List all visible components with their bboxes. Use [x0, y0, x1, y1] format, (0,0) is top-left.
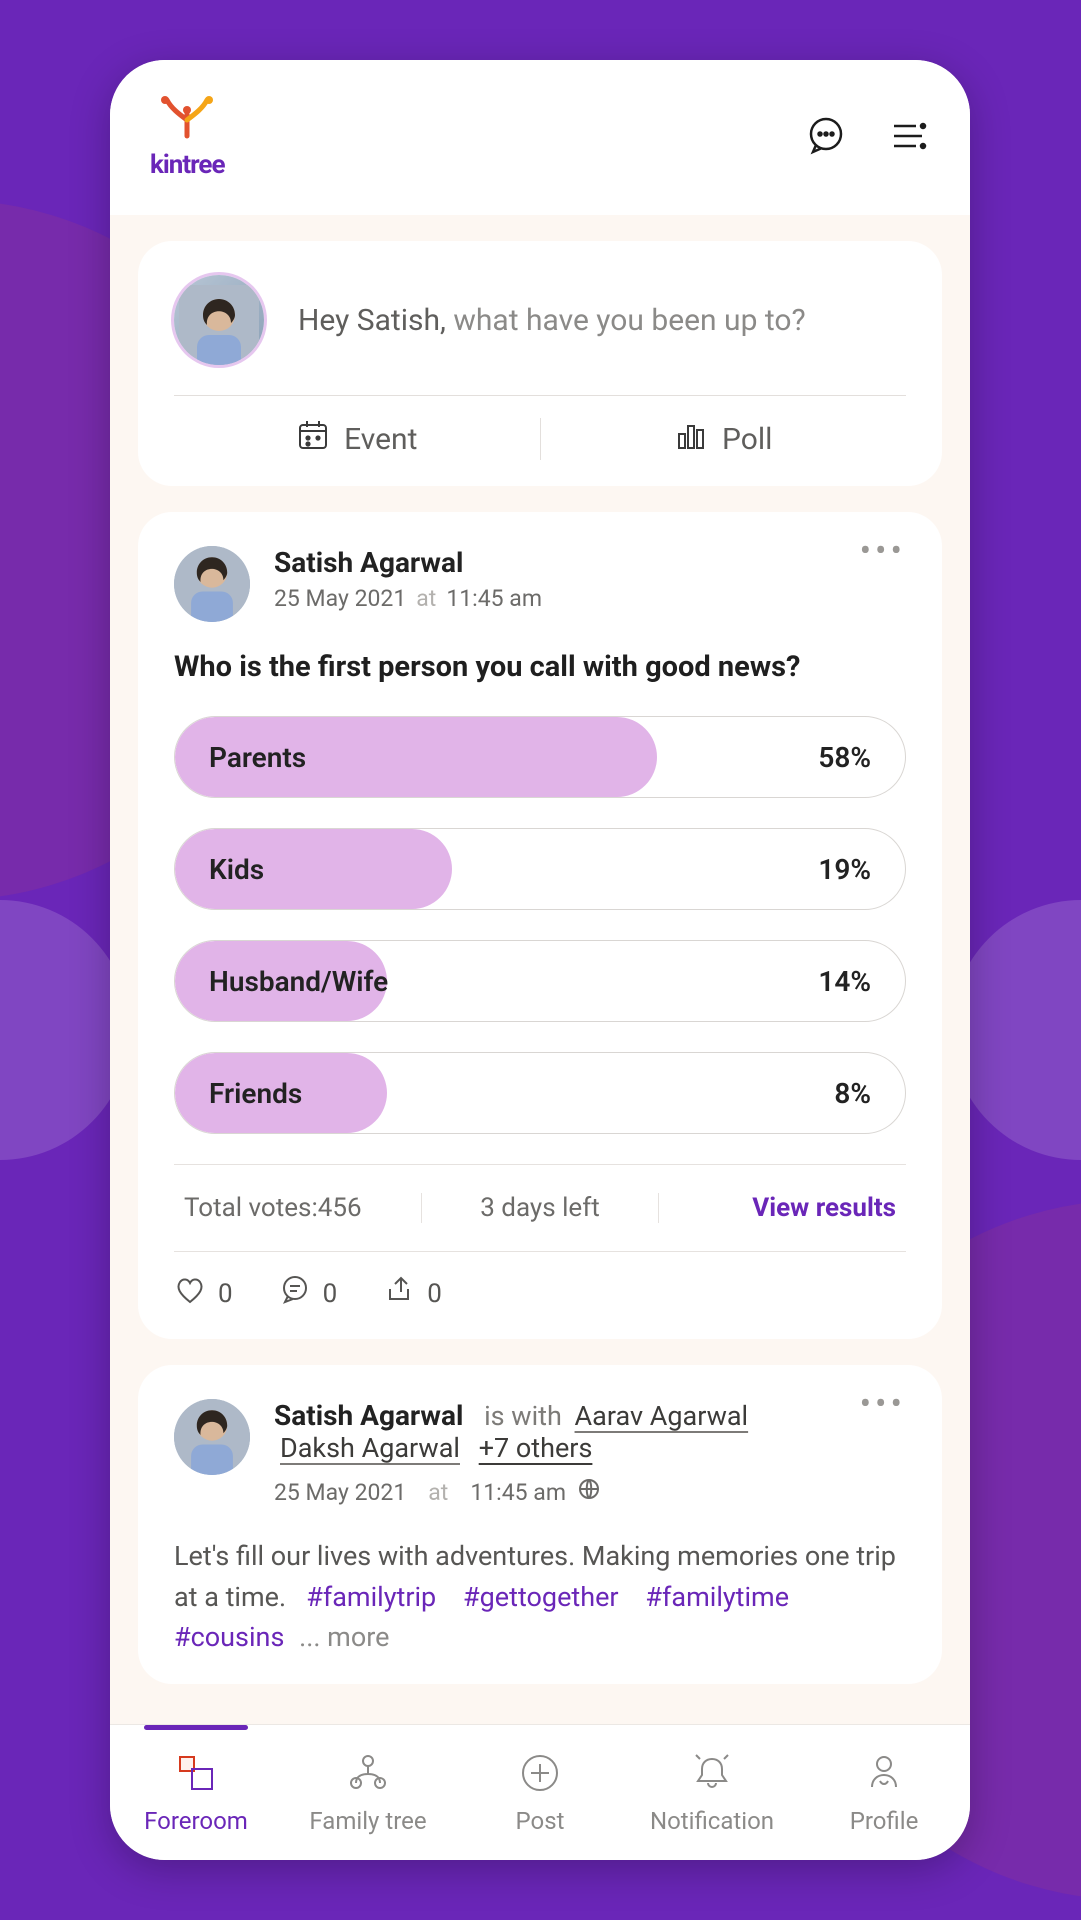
bottom-nav: Foreroom Family tree Post Notification P…: [110, 1724, 970, 1860]
brand-logo[interactable]: kintree: [150, 96, 225, 180]
hashtag[interactable]: #gettogether: [463, 1581, 619, 1613]
brand-name: kintree: [150, 150, 225, 180]
post2-headline: Satish Agarwal is with Aarav Agarwal Dak…: [274, 1399, 836, 1464]
post2-author-name[interactable]: Satish Agarwal: [274, 1399, 463, 1432]
hashtag[interactable]: #familytime: [645, 1581, 789, 1613]
post-author-name[interactable]: Satish Agarwal: [274, 546, 836, 579]
poll-question: Who is the first person you call with go…: [174, 650, 906, 684]
nav-post[interactable]: Post: [454, 1725, 626, 1860]
app-frame: kintree Hey Satish, what have you been u…: [110, 60, 970, 1860]
like-button[interactable]: 0: [174, 1274, 233, 1313]
user-avatar[interactable]: [174, 275, 264, 365]
profile-icon: [862, 1751, 906, 1801]
poll-option-label: Kids: [209, 853, 264, 886]
tree-icon: [346, 1751, 390, 1801]
share-button[interactable]: 0: [383, 1274, 442, 1313]
plus-icon: [518, 1751, 562, 1801]
text-post-card: Satish Agarwal is with Aarav Agarwal Dak…: [138, 1365, 942, 1684]
menu-icon[interactable]: [886, 114, 930, 162]
hashtag[interactable]: #cousins: [174, 1621, 284, 1653]
tagged-person[interactable]: Aarav Agarwal: [575, 1400, 749, 1432]
tagged-person[interactable]: Daksh Agarwal: [280, 1432, 460, 1464]
poll-option[interactable]: Kids 19%: [174, 828, 906, 910]
composer-placeholder: what have you been up to?: [446, 303, 806, 338]
create-poll-button[interactable]: Poll: [541, 418, 907, 460]
post2-author-avatar[interactable]: [174, 1399, 250, 1475]
nav-label: Foreroom: [144, 1807, 248, 1835]
event-label: Event: [344, 422, 417, 457]
globe-icon: [578, 1478, 600, 1506]
poll-option-label: Husband/Wife: [209, 965, 388, 998]
poll-icon: [674, 418, 708, 460]
nav-label: Profile: [850, 1807, 919, 1835]
tagged-others[interactable]: +7 others: [479, 1432, 593, 1464]
chat-icon[interactable]: [804, 114, 848, 162]
share-icon: [383, 1274, 415, 1313]
nav-family-tree[interactable]: Family tree: [282, 1725, 454, 1860]
poll-post-card: Satish Agarwal 25 May 2021at11:45 am •••…: [138, 512, 942, 1339]
poll-option-percent: 19%: [818, 853, 871, 886]
view-results-link[interactable]: View results: [659, 1193, 896, 1223]
create-event-button[interactable]: Event: [174, 418, 541, 460]
post-timestamp: 25 May 2021at11:45 am: [274, 585, 836, 612]
poll-option-label: Friends: [209, 1077, 302, 1110]
expand-text[interactable]: ... more: [299, 1621, 389, 1653]
comment-count: 0: [323, 1279, 338, 1309]
post2-body: Let's fill our lives with adventures. Ma…: [174, 1536, 906, 1658]
hashtag[interactable]: #familytrip: [306, 1581, 436, 1613]
post2-timestamp: 25 May 2021at11:45 am: [274, 1478, 836, 1506]
nav-profile[interactable]: Profile: [798, 1725, 970, 1860]
topbar: kintree: [110, 60, 970, 215]
poll-option[interactable]: Husband/Wife 14%: [174, 940, 906, 1022]
poll-option[interactable]: Friends 8%: [174, 1052, 906, 1134]
composer-card: Hey Satish, what have you been up to? Ev…: [138, 241, 942, 486]
post2-more-button[interactable]: •••: [860, 1399, 906, 1409]
composer-input[interactable]: Hey Satish, what have you been up to?: [298, 303, 806, 338]
like-count: 0: [218, 1279, 233, 1309]
nav-label: Family tree: [309, 1807, 426, 1835]
nav-label: Notification: [650, 1807, 774, 1835]
poll-option-label: Parents: [209, 741, 306, 774]
poll-option-percent: 8%: [834, 1077, 871, 1110]
nav-notification[interactable]: Notification: [626, 1725, 798, 1860]
heart-icon: [174, 1274, 206, 1313]
poll-option-percent: 14%: [818, 965, 871, 998]
foreroom-icon: [174, 1751, 218, 1801]
composer-greeting: Hey Satish,: [298, 303, 446, 338]
total-votes: Total votes:456: [184, 1193, 421, 1223]
poll-option-percent: 58%: [818, 741, 871, 774]
logo-icon: [157, 96, 217, 144]
time-left: 3 days left: [421, 1193, 660, 1223]
post-author-avatar[interactable]: [174, 546, 250, 622]
share-count: 0: [427, 1279, 442, 1309]
post-more-button[interactable]: •••: [860, 546, 906, 556]
poll-option[interactable]: Parents 58%: [174, 716, 906, 798]
bell-icon: [690, 1751, 734, 1801]
comment-button[interactable]: 0: [279, 1274, 338, 1313]
calendar-icon: [296, 418, 330, 460]
poll-label: Poll: [722, 422, 772, 457]
comment-icon: [279, 1274, 311, 1313]
nav-foreroom[interactable]: Foreroom: [110, 1725, 282, 1860]
nav-label: Post: [516, 1807, 565, 1835]
